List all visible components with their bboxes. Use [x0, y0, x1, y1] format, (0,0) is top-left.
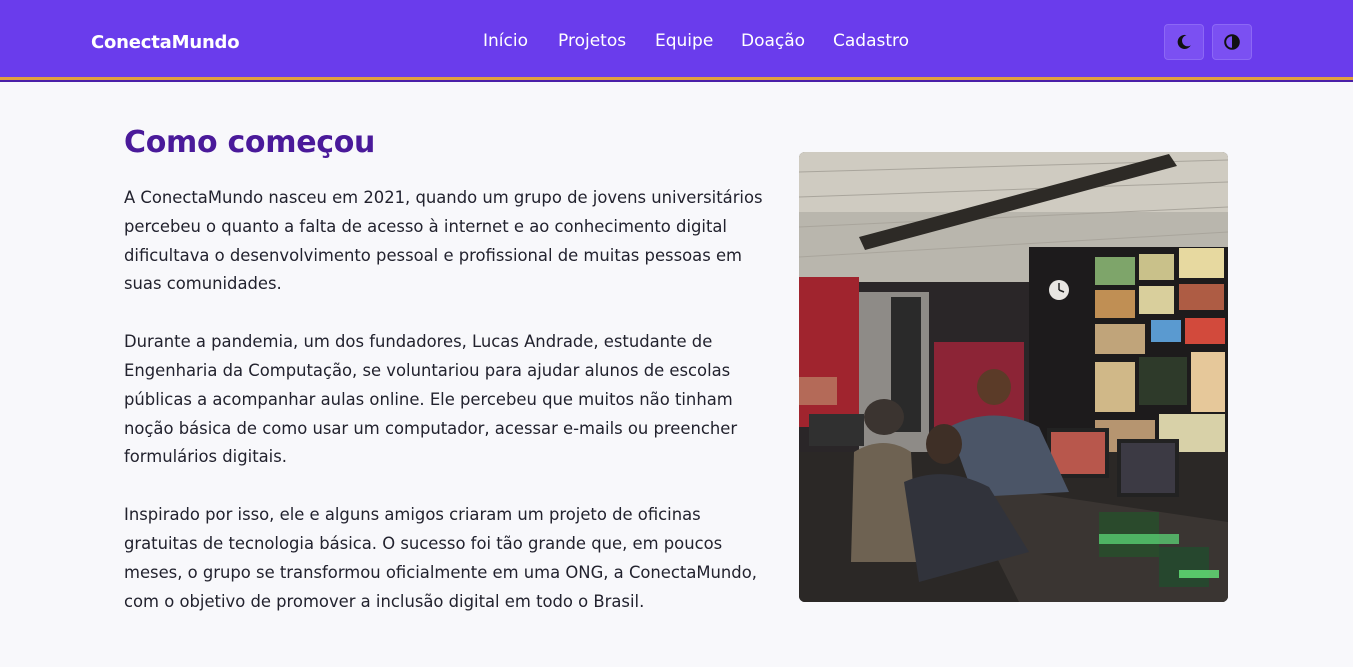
story-text: A ConectaMundo nasceu em 2021, quando um…: [124, 184, 769, 645]
contrast-icon: [1224, 34, 1240, 50]
nav-inicio[interactable]: Início: [483, 31, 528, 51]
nav-projetos[interactable]: Projetos: [558, 31, 626, 51]
contrast-button[interactable]: [1212, 24, 1252, 60]
brand-logo[interactable]: ConectaMundo: [91, 32, 240, 53]
story-paragraph-2: Durante a pandemia, um dos fundadores, L…: [124, 332, 738, 467]
dark-mode-button[interactable]: [1164, 24, 1204, 60]
control-room-photo: [799, 152, 1228, 602]
moon-icon: [1177, 34, 1191, 49]
site-header: ConectaMundo Início Projetos Equipe Doaç…: [0, 0, 1353, 80]
nav-cadastro[interactable]: Cadastro: [833, 31, 909, 51]
story-paragraph-1: A ConectaMundo nasceu em 2021, quando um…: [124, 188, 763, 294]
nav-doacao[interactable]: Doação: [741, 31, 805, 51]
about-section: Como começou A ConectaMundo nasceu em 20…: [0, 83, 1353, 667]
story-paragraph-3: Inspirado por isso, ele e alguns amigos …: [124, 505, 757, 611]
nav-equipe[interactable]: Equipe: [655, 31, 713, 51]
section-title: Como começou: [124, 125, 376, 160]
